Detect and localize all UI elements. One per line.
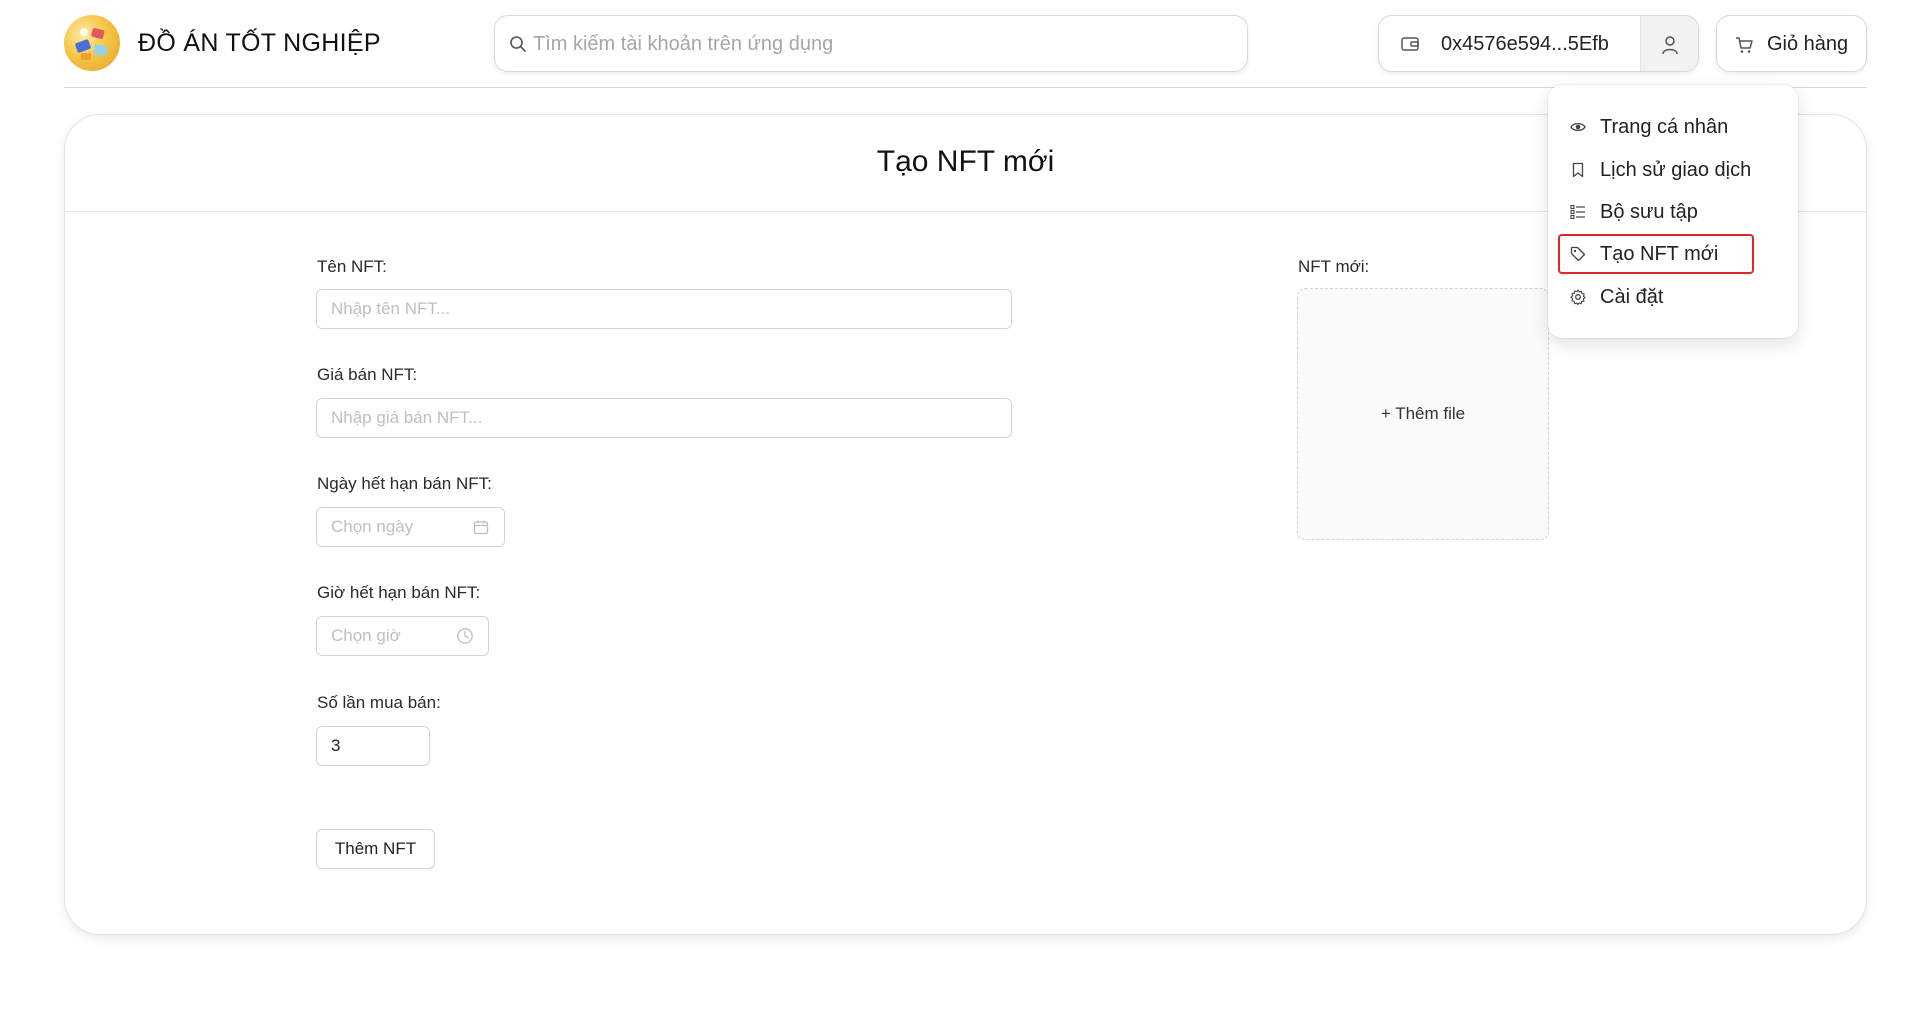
search-bar[interactable] [494, 15, 1248, 72]
menu-item-collection[interactable]: Bộ sưu tập [1558, 192, 1754, 232]
nft-name-input[interactable] [316, 289, 1012, 329]
cart-label: Giỏ hàng [1767, 33, 1849, 55]
logo-illustration-icon [75, 28, 108, 60]
search-icon [510, 36, 526, 52]
bookmark-icon [1572, 162, 1584, 178]
menu-item-label: Trang cá nhân [1600, 116, 1729, 138]
eye-icon [1570, 122, 1586, 132]
menu-item-label: Bộ sưu tập [1600, 201, 1698, 223]
user-dropdown-menu: Trang cá nhân Lịch sử giao dịch Bộ sưu t… [1548, 85, 1798, 338]
menu-item-transaction-history[interactable]: Lịch sử giao dịch [1558, 150, 1754, 190]
cart-icon [1736, 37, 1753, 53]
app-title: ĐỒ ÁN TỐT NGHIỆP [138, 29, 381, 57]
file-upload-dropzone[interactable]: + Thêm file [1297, 288, 1549, 540]
tag-icon [1570, 246, 1586, 262]
menu-item-create-nft[interactable]: Tạo NFT mới [1558, 234, 1754, 274]
nft-preview-label: NFT mới: [1298, 257, 1370, 276]
user-menu-button[interactable] [1640, 16, 1698, 71]
upload-label: + Thêm file [1380, 404, 1466, 423]
menu-item-label: Lịch sử giao dịch [1600, 159, 1752, 181]
add-nft-button[interactable]: Thêm NFT [316, 829, 435, 869]
nft-price-label: Giá bán NFT: [317, 365, 418, 384]
menu-item-profile[interactable]: Trang cá nhân [1558, 107, 1754, 147]
wallet-address[interactable]: 0x4576e594...5Efb [1441, 33, 1609, 56]
expiry-date-label: Ngày hết hạn bán NFT: [317, 474, 492, 493]
nft-price-input[interactable] [316, 398, 1012, 438]
wallet-button-group: 0x4576e594...5Efb [1378, 15, 1699, 72]
menu-item-label: Cài đặt [1600, 286, 1664, 308]
trade-count-label: Số lần mua bán: [317, 693, 441, 712]
trade-count-input[interactable] [316, 726, 430, 766]
calendar-icon [473, 520, 489, 535]
list-icon [1570, 204, 1585, 220]
user-icon [1662, 36, 1678, 55]
menu-item-settings[interactable]: Cài đặt [1558, 277, 1754, 317]
wallet-icon [1401, 37, 1419, 51]
app-logo[interactable] [64, 15, 120, 71]
expiry-time-label: Giờ hết hạn bán NFT: [317, 583, 481, 602]
gear-icon [1570, 289, 1586, 305]
menu-item-label: Tạo NFT mới [1600, 243, 1719, 265]
cart-button[interactable]: Giỏ hàng [1716, 15, 1867, 72]
clock-icon [457, 628, 473, 644]
nft-name-label: Tên NFT: [317, 257, 387, 276]
search-input[interactable] [533, 26, 1233, 62]
top-header: ĐỒ ÁN TỐT NGHIỆP 0x4576e594...5Efb Giỏ h… [64, 0, 1867, 88]
